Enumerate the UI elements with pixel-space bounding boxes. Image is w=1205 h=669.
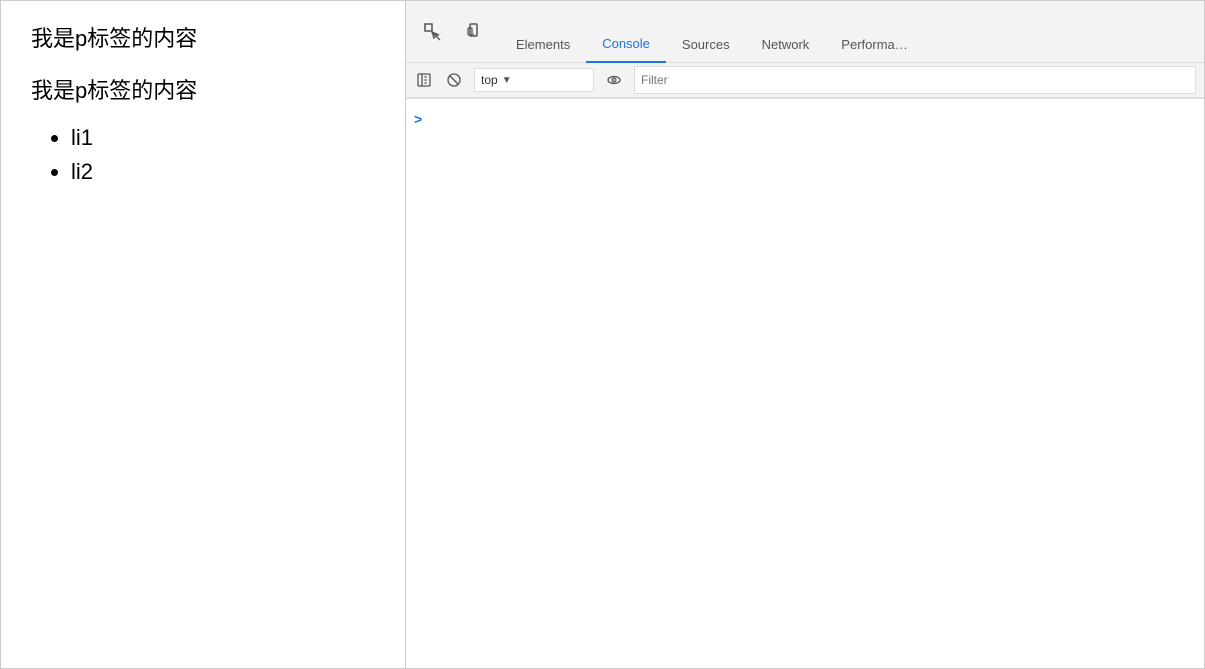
console-output-area[interactable]: > [406, 99, 1204, 668]
devtools-top-toolbar: Elements Console Sources Network Perform… [406, 1, 1204, 63]
filter-input[interactable] [635, 68, 1195, 92]
list: li1 li2 [71, 125, 375, 185]
clear-icon [447, 73, 461, 87]
filter-container [634, 66, 1196, 94]
inspect-icon [424, 23, 442, 41]
tab-elements[interactable]: Elements [500, 27, 586, 63]
eye-icon [607, 73, 621, 87]
devtools-panel: Elements Console Sources Network Perform… [406, 1, 1204, 668]
webpage-content: 我是p标签的内容 我是p标签的内容 li1 li2 [1, 1, 406, 668]
context-selector[interactable]: top ▼ [474, 68, 594, 92]
list-item-2: li2 [71, 159, 375, 185]
sidebar-toggle-icon [417, 73, 431, 87]
inspect-element-button[interactable] [412, 11, 454, 53]
device-icon [466, 23, 484, 41]
tab-console[interactable]: Console [586, 27, 666, 63]
device-toolbar-button[interactable] [454, 11, 496, 53]
console-chevron-icon[interactable]: > [414, 111, 422, 127]
list-item-1: li1 [71, 125, 375, 151]
devtools-console-toolbar: top ▼ [406, 63, 1204, 99]
tab-performance[interactable]: Performa… [825, 27, 923, 63]
devtools-tabs: Elements Console Sources Network Perform… [496, 1, 1198, 63]
dropdown-arrow-icon: ▼ [502, 75, 512, 86]
paragraph-2: 我是p标签的内容 [31, 73, 375, 105]
tab-network[interactable]: Network [746, 27, 826, 63]
context-value: top [481, 73, 498, 87]
clear-console-button[interactable] [440, 66, 468, 94]
tab-sources[interactable]: Sources [666, 27, 746, 63]
sidebar-toggle-button[interactable] [410, 66, 438, 94]
eye-button[interactable] [600, 66, 628, 94]
console-prompt-line: > [406, 107, 1204, 131]
paragraph-1: 我是p标签的内容 [31, 21, 375, 53]
